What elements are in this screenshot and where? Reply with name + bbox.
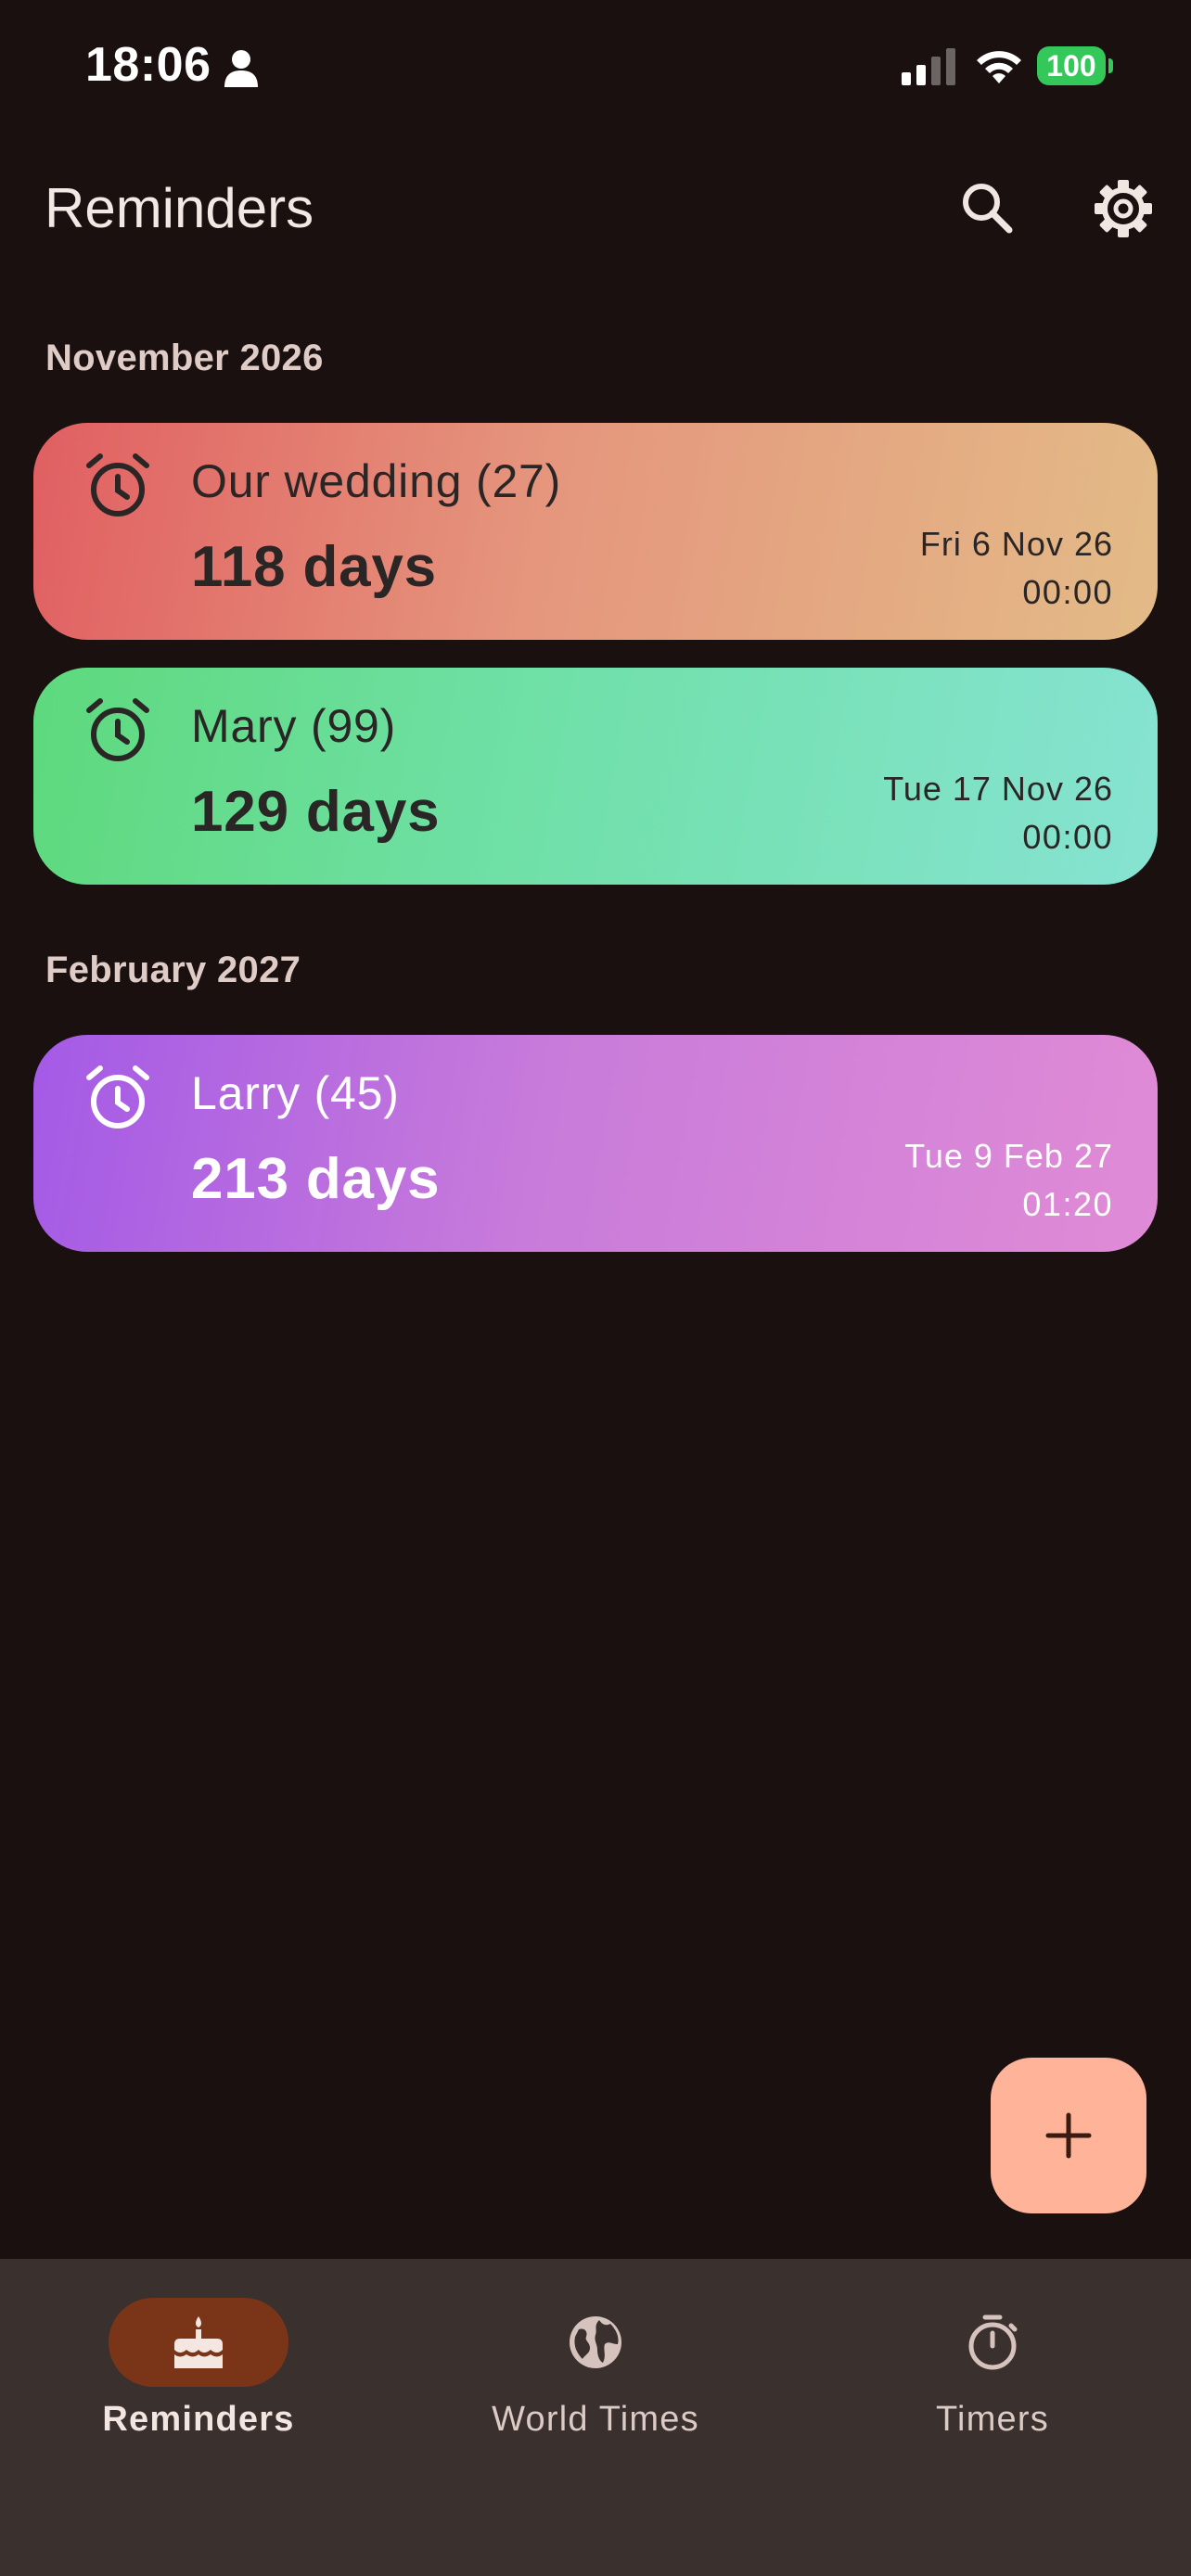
reminder-countdown: 129 days (191, 780, 441, 844)
section-header: November 2026 (45, 338, 324, 378)
nav-item-world-times[interactable]: World Times (397, 2259, 794, 2481)
wifi-icon (977, 51, 1021, 83)
search-icon (963, 184, 1013, 234)
alarm-icon (86, 1065, 149, 1129)
reminder-card[interactable]: Our wedding (27) 118 days Fri 6 Nov 26 0… (33, 423, 1158, 640)
cellular-signal-icon (902, 48, 955, 85)
nav-label: Timers (936, 2400, 1049, 2439)
add-reminder-button[interactable] (991, 2058, 1146, 2213)
alarm-icon (86, 453, 149, 516)
page-title: Reminders (45, 177, 314, 239)
settings-button[interactable] (1091, 176, 1156, 241)
nav-label: Reminders (102, 2400, 295, 2439)
reminder-countdown: 213 days (191, 1147, 441, 1211)
alarm-icon (86, 698, 149, 761)
nav-label: World Times (492, 2400, 699, 2439)
search-button[interactable] (955, 176, 1020, 241)
plus-icon (1045, 2112, 1092, 2159)
reminder-card[interactable]: Mary (99) 129 days Tue 17 Nov 26 00:00 (33, 668, 1158, 885)
reminder-title: Larry (45) (191, 1067, 400, 1119)
battery-level: 100 (1046, 49, 1096, 83)
status-time: 18:06 (85, 38, 211, 92)
bottom-navigation: Reminders World Times Timers (0, 2259, 1191, 2576)
reminder-card[interactable]: Larry (45) 213 days Tue 9 Feb 27 01:20 (33, 1035, 1158, 1252)
section-header: February 2027 (45, 950, 301, 990)
reminder-title: Our wedding (27) (191, 455, 562, 507)
status-bar: 18:06 100 (0, 0, 1191, 139)
reminder-title: Mary (99) (191, 700, 397, 752)
gear-icon (1095, 180, 1152, 237)
reminder-time: 01:20 (1022, 1185, 1113, 1223)
person-icon (224, 50, 258, 87)
nav-item-reminders[interactable]: Reminders (0, 2259, 397, 2481)
reminder-date: Fri 6 Nov 26 (919, 525, 1113, 563)
stopwatch-icon (968, 2315, 1018, 2370)
reminder-date: Tue 17 Nov 26 (883, 770, 1113, 808)
reminder-time: 00:00 (1022, 573, 1113, 611)
reminder-countdown: 118 days (191, 535, 437, 599)
battery-indicator: 100 (1037, 46, 1113, 85)
nav-item-timers[interactable]: Timers (794, 2259, 1191, 2481)
reminder-date: Tue 9 Feb 27 (904, 1137, 1113, 1175)
globe-icon (570, 2316, 621, 2368)
cake-icon (174, 2316, 223, 2368)
reminder-time: 00:00 (1022, 818, 1113, 856)
